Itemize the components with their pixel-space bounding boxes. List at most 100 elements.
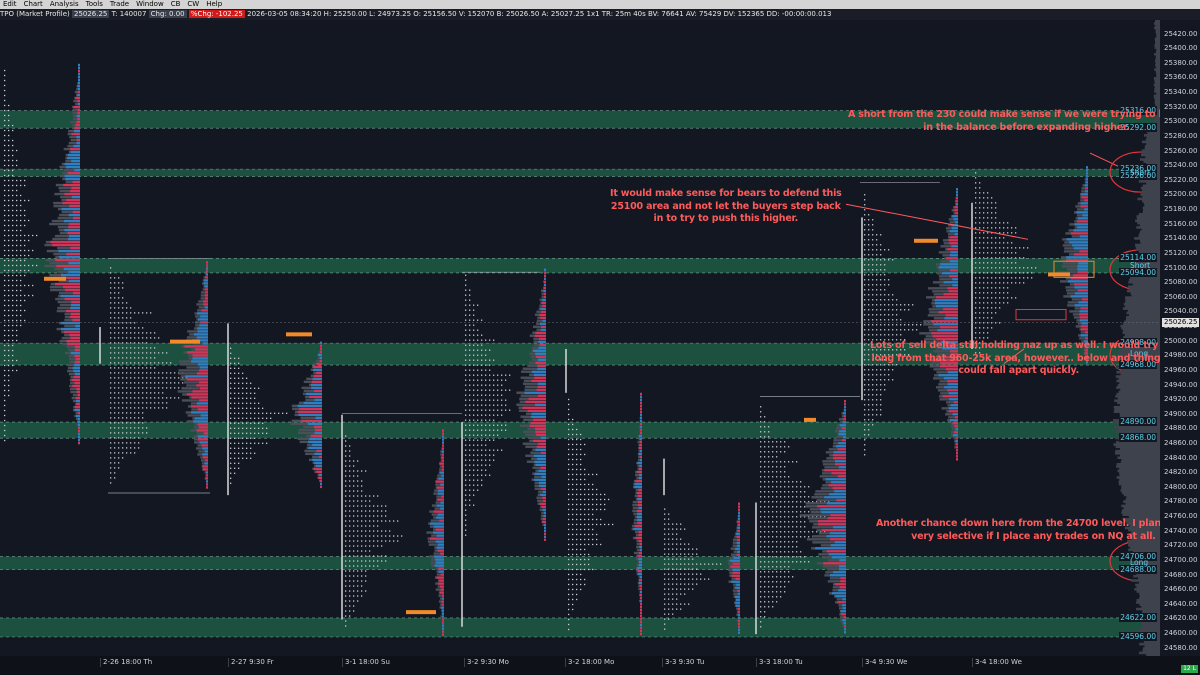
tpo-dot (872, 309, 874, 311)
delta-bar (73, 369, 80, 373)
tpo-dot (896, 329, 898, 331)
menu-item-trade[interactable]: Trade (110, 0, 129, 9)
tpo-dot (258, 417, 260, 419)
tpo-dot (349, 450, 351, 452)
tpo-dot (880, 289, 882, 291)
tpo-dot (473, 489, 475, 491)
tpo-dot (114, 327, 116, 329)
tpo-dot (576, 593, 578, 596)
tpo-dot (896, 319, 898, 321)
tpo-dot (672, 603, 674, 605)
delta-bar (938, 266, 958, 269)
tpo-dot (8, 309, 10, 312)
tpo-dot (668, 548, 670, 550)
menu-item-window[interactable]: Window (136, 0, 164, 9)
tpo-dot (146, 387, 148, 389)
delta-bar (199, 324, 208, 327)
tpo-dot (12, 284, 14, 287)
tpo-dot (481, 389, 483, 391)
tpo-dot (784, 541, 786, 543)
tpo-dot (872, 249, 874, 251)
tpo-dot (278, 412, 280, 414)
menu-item-cb[interactable]: CB (171, 0, 181, 9)
tpo-dot (469, 324, 471, 326)
tpo-dot (672, 568, 674, 570)
delta-bar (842, 598, 846, 601)
delta-bar (316, 371, 322, 375)
tpo-dot (8, 269, 10, 272)
delta-bar (442, 432, 444, 435)
tpo-dot (804, 531, 806, 533)
tpo-dot (572, 588, 574, 591)
tpo-dot (604, 498, 606, 501)
tpo-dot (780, 591, 782, 593)
delta-bar (1070, 295, 1088, 298)
tpo-dot (676, 558, 678, 560)
tpo-dot (8, 284, 10, 287)
delta-bar (639, 437, 642, 441)
tpo-dot (983, 267, 985, 269)
delta-bar (193, 420, 208, 423)
time-axis[interactable]: 2-26 18:00 Th 2-27 9:30 Fr 3-1 18:00 Su 3-2… (0, 656, 1200, 675)
tpo-dot (696, 583, 698, 585)
tpo-dot (250, 427, 252, 429)
tpo-chart-area[interactable]: 25316.00 25292.00 25236.00 25226.00 25114.00… (0, 20, 1160, 656)
tpo-dot (381, 530, 383, 532)
tpo-dot (349, 565, 351, 567)
tpo-dot (361, 470, 363, 472)
tpo-dot (369, 495, 371, 497)
menu-item-help[interactable]: Help (206, 0, 222, 9)
tpo-dot (975, 282, 977, 284)
delta-bar (314, 398, 322, 402)
menu-item-cw[interactable]: CW (187, 0, 199, 9)
tpo-dot (987, 257, 989, 259)
tpo-dot (580, 473, 582, 476)
delta-bar (64, 288, 80, 292)
tpo-dot (4, 434, 6, 437)
delta-bar (534, 334, 546, 337)
tpo-dot (477, 474, 479, 476)
tpo-dot (808, 511, 810, 513)
tpo-dot (987, 192, 989, 194)
delta-bar (948, 290, 958, 293)
tpo-dot (792, 516, 794, 518)
menu-item-edit[interactable]: Edit (3, 0, 17, 9)
tpo-dot (122, 322, 124, 324)
tpo-dot (784, 526, 786, 528)
tpo-dot (146, 332, 148, 334)
tpo-dot (979, 257, 981, 259)
delta-bar (314, 428, 322, 432)
tpo-dot (493, 359, 495, 361)
tpo-dot (28, 249, 30, 252)
tpo-dot (572, 463, 574, 466)
tpo-dot (572, 523, 574, 526)
menu-item-tools[interactable]: Tools (86, 0, 103, 9)
tpo-dot (110, 457, 112, 459)
tpo-dot (1027, 272, 1029, 274)
tpo-dot (20, 234, 22, 237)
tpo-dot (345, 460, 347, 462)
delta-bar (442, 597, 444, 600)
tpo-dot (975, 207, 977, 209)
tpo-dot (485, 459, 487, 461)
menu-item-analysis[interactable]: Analysis (50, 0, 79, 9)
tpo-dot (776, 536, 778, 538)
tpo-dot (979, 237, 981, 239)
menu-item-chart[interactable]: Chart (24, 0, 43, 9)
tpo-dot (584, 553, 586, 556)
tpo-dot (357, 480, 359, 482)
tpo-dot (975, 227, 977, 229)
tpo-dot (361, 515, 363, 517)
tpo-dot (469, 399, 471, 401)
delta-bar (842, 619, 846, 622)
tpo-dot (481, 354, 483, 356)
delta-bar (638, 467, 642, 471)
price-tick: 25060.00 (1164, 292, 1198, 301)
tpo-dot (572, 608, 574, 611)
tpo-dot (991, 247, 993, 249)
delta-bar (541, 475, 546, 478)
tpo-dot (764, 601, 766, 603)
tpo-dot (469, 484, 471, 486)
tpo-dot (465, 394, 467, 396)
price-axis[interactable]: 25420.00 25400.00 25380.00 25360.00 25340.00… (1160, 20, 1200, 656)
